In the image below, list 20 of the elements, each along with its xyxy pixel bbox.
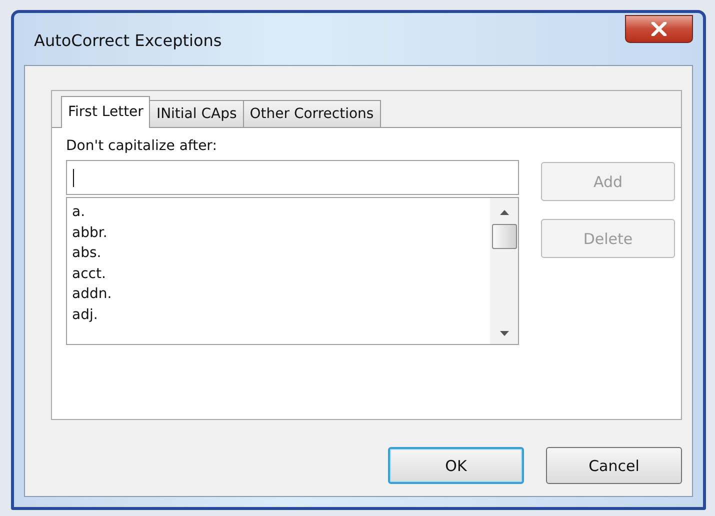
list-item[interactable]: abs.: [72, 243, 102, 264]
close-icon: [651, 22, 667, 36]
scroll-up-icon[interactable]: [500, 210, 508, 215]
tab[interactable]: Other Corrections: [242, 100, 381, 127]
close-button[interactable]: [625, 15, 693, 43]
tab[interactable]: First Letter: [61, 96, 150, 128]
list-item[interactable]: abbr.: [72, 222, 108, 243]
scrollbar[interactable]: [490, 198, 518, 344]
list-item[interactable]: adj.: [72, 304, 98, 325]
scroll-down-icon[interactable]: [500, 331, 508, 336]
list-item[interactable]: addn.: [72, 284, 112, 304]
window-title: AutoCorrect Exceptions: [33, 30, 222, 50]
list-item[interactable]: a.: [72, 202, 86, 222]
dialog-button[interactable]: Cancel: [546, 447, 682, 484]
tab[interactable]: INitial CAps: [149, 100, 244, 127]
scroll-thumb[interactable]: [492, 224, 516, 249]
field-label: Don't capitalize after:: [66, 138, 217, 154]
dialog-button[interactable]: OK: [388, 447, 524, 484]
input-field[interactable]: [66, 160, 519, 195]
list-item[interactable]: acct.: [72, 264, 106, 284]
